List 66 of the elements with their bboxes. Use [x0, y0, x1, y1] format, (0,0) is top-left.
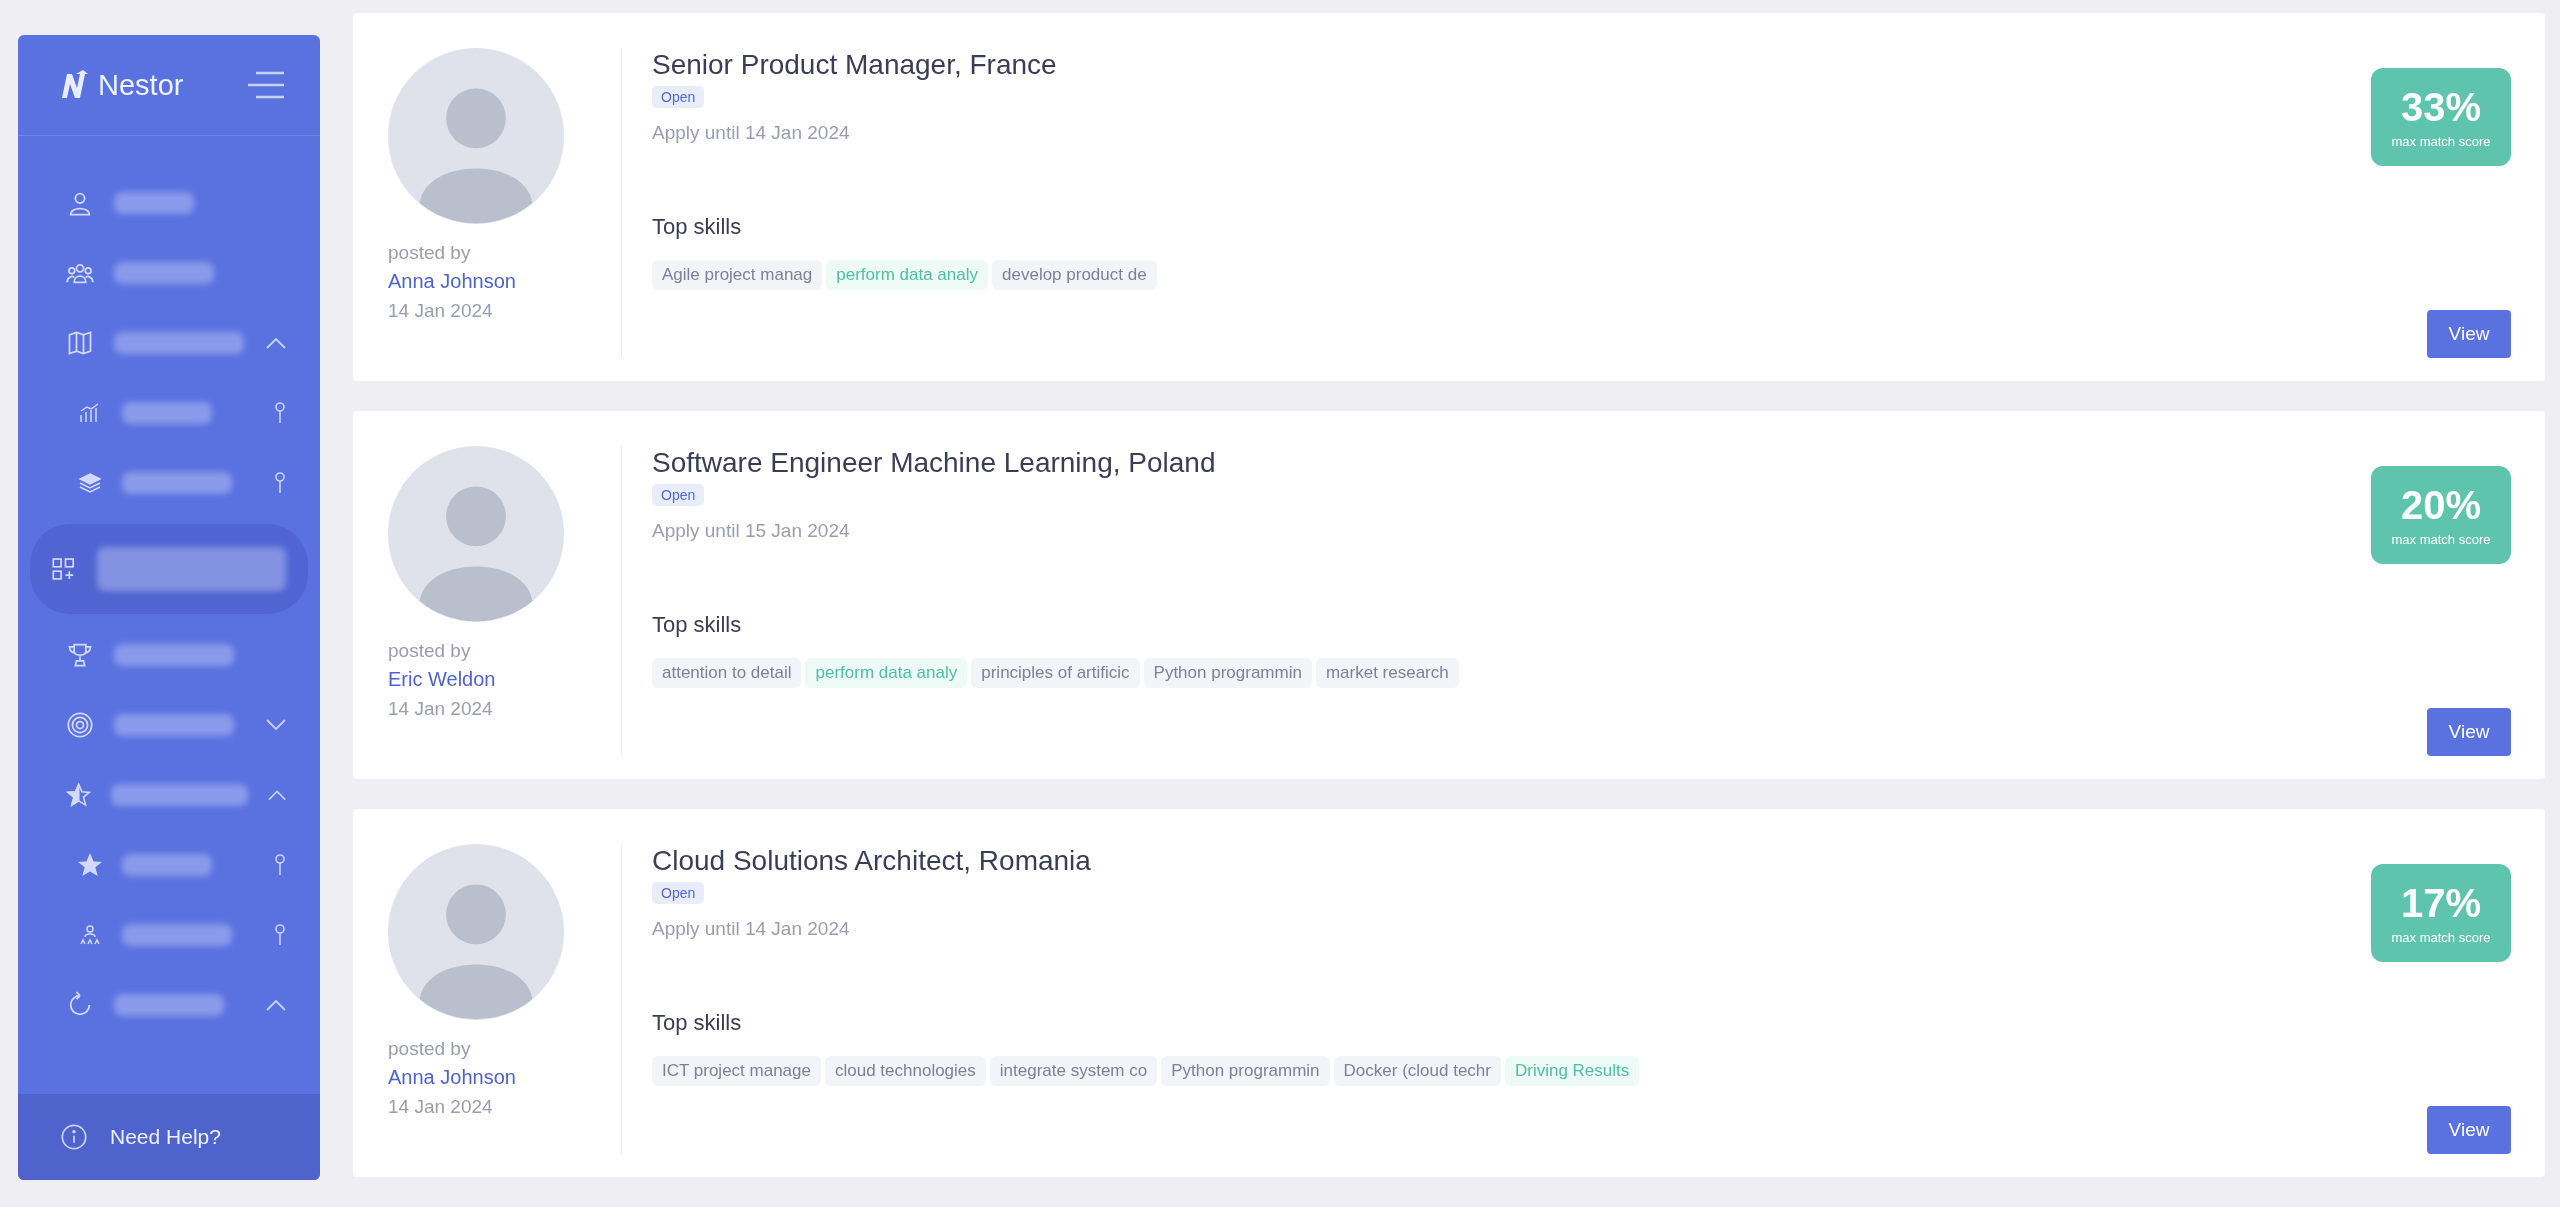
skill-tag: Docker (cloud techr	[1333, 1056, 1501, 1086]
pin-icon[interactable]	[274, 924, 286, 946]
job-title: Senior Product Manager, France	[652, 48, 1057, 82]
view-button[interactable]: View	[2427, 1106, 2511, 1154]
deadline-text: Apply until 15 Jan 2024	[652, 520, 850, 542]
trophy-icon	[66, 641, 94, 669]
skills-heading: Top skills	[652, 1010, 742, 1036]
score-value: 20%	[2400, 483, 2482, 528]
skill-tag: market research	[1315, 658, 1459, 688]
view-button[interactable]: View	[2427, 310, 2511, 358]
layers-icon	[78, 471, 102, 495]
people-icon	[78, 923, 102, 947]
skill-tag: integrate system co	[989, 1056, 1158, 1086]
logo-text: Nestor	[98, 68, 184, 102]
author-link[interactable]: Anna Johnson	[388, 1063, 621, 1092]
skill-tag: perform data analy	[805, 658, 968, 688]
deadline-text: Apply until 14 Jan 2024	[652, 122, 850, 144]
skills-heading: Top skills	[652, 214, 742, 240]
skill-tag: Driving Results	[1504, 1056, 1640, 1086]
status-tag: Open	[652, 484, 705, 506]
pin-icon[interactable]	[274, 402, 286, 424]
score-value: 33%	[2400, 85, 2482, 130]
skill-tag: principles of artificic	[971, 658, 1140, 688]
star-half-icon	[66, 781, 92, 809]
posted-label: posted by	[388, 241, 472, 265]
skill-tag: develop product de	[992, 260, 1157, 290]
score-label: max match score	[2391, 532, 2491, 547]
map-icon	[66, 329, 94, 357]
pin-icon[interactable]	[274, 472, 286, 494]
menu-icon[interactable]	[246, 70, 286, 100]
status-tag: Open	[652, 86, 705, 108]
score-label: max match score	[2391, 134, 2491, 149]
posted-date: 14 Jan 2024	[388, 299, 494, 323]
target-icon	[66, 711, 94, 739]
skills-heading: Top skills	[652, 612, 742, 638]
skill-tag: Agile project manag	[652, 260, 823, 290]
skill-tag: attention to detail	[652, 658, 802, 688]
help-bar[interactable]: Need Help?	[18, 1094, 320, 1180]
chevron-down-icon[interactable]	[266, 719, 286, 731]
star-icon	[78, 853, 102, 877]
logo-icon	[60, 70, 90, 100]
view-button[interactable]: View	[2427, 708, 2511, 756]
score-label: max match score	[2391, 930, 2491, 945]
author-link[interactable]: Eric Weldon	[388, 665, 621, 694]
skill-tag: ICT project manage	[652, 1056, 821, 1086]
skill-tag: perform data analy	[826, 260, 988, 290]
author-link[interactable]: Anna Johnson	[388, 267, 621, 296]
skill-tag: Python programmin	[1143, 658, 1312, 688]
posted-date: 14 Jan 2024	[388, 697, 494, 721]
posted-date: 14 Jan 2024	[388, 1095, 494, 1119]
chevron-up-icon[interactable]	[267, 789, 286, 801]
skill-tag: Python programmin	[1161, 1056, 1330, 1086]
grid-icon	[50, 555, 77, 583]
job-title: Cloud Solutions Architect, Romania	[652, 844, 1091, 878]
chevron-up-icon[interactable]	[266, 337, 286, 349]
posted-label: posted by	[388, 1037, 472, 1061]
score-value: 17%	[2400, 881, 2482, 926]
skill-tag: cloud technologies	[825, 1056, 986, 1086]
info-icon	[60, 1123, 88, 1151]
job-title: Software Engineer Machine Learning, Poland	[652, 446, 1216, 480]
posted-label: posted by	[388, 639, 472, 663]
status-tag: Open	[652, 882, 705, 904]
pin-icon[interactable]	[274, 854, 286, 876]
chevron-up-icon[interactable]	[266, 999, 286, 1011]
deadline-text: Apply until 14 Jan 2024	[652, 918, 850, 940]
help-label: Need Help?	[110, 1125, 221, 1149]
